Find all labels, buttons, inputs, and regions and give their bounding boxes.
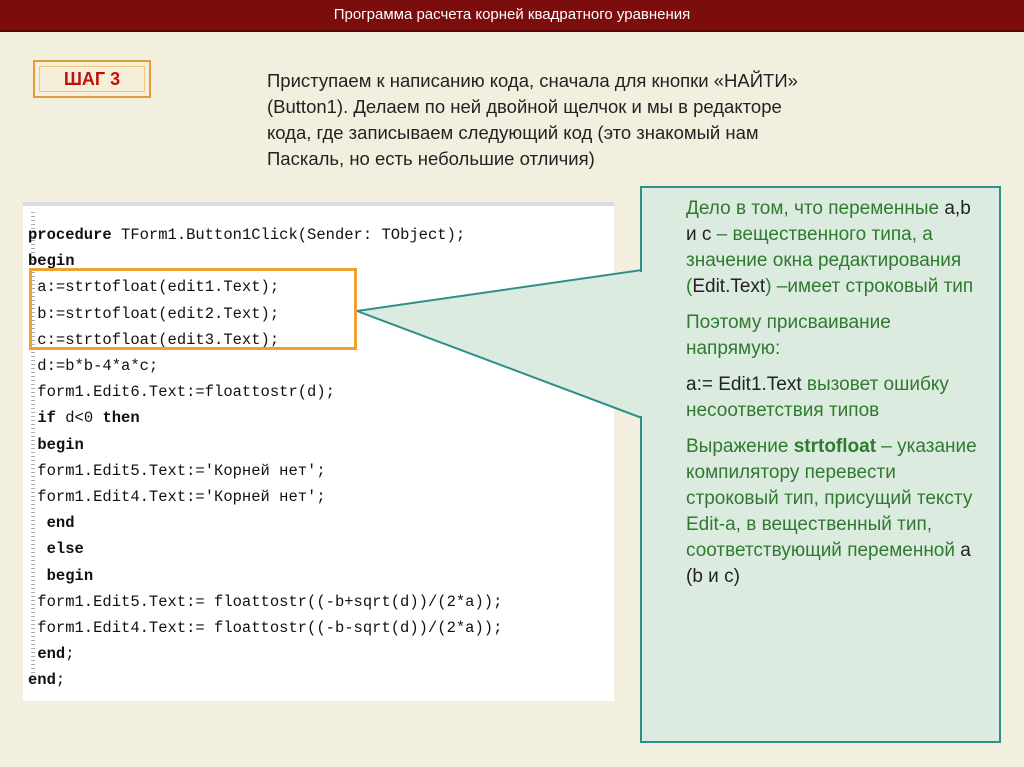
step-badge: ШАГ 3 xyxy=(33,60,151,98)
callout-text-span: Выражение xyxy=(686,436,794,457)
intro-line: (Button1). Делаем по ней двойной щелчок … xyxy=(267,96,782,117)
code-keyword: end xyxy=(46,514,75,533)
code-line: else xyxy=(28,540,84,558)
intro-line: Приступаем к написанию кода, сначала для… xyxy=(267,70,798,91)
code-keyword: procedure xyxy=(28,226,112,244)
callout-paragraph-4: Выражение strtofloat – указание компилят… xyxy=(686,434,986,590)
step-label: ШАГ 3 xyxy=(39,66,145,92)
callout-edit-text: Edit.Text xyxy=(692,276,766,297)
intro-line: кода, где записываем следующий код (это … xyxy=(267,122,759,143)
callout-function-name: strtofloat xyxy=(793,436,877,457)
code-keyword: end xyxy=(28,671,56,690)
code-line: begin xyxy=(28,436,84,454)
callout-paragraph-2: Поэтому присваивание напрямую: xyxy=(686,312,891,359)
highlight-frame xyxy=(29,268,357,350)
code-keyword: begin xyxy=(46,566,94,585)
intro-line: Паскаль, но есть небольшие отличия) xyxy=(267,148,595,169)
code-keyword: if xyxy=(37,409,56,428)
code-keyword: begin xyxy=(37,435,84,454)
code-line: form1.Edit5.Text:= floattostr((-b+sqrt(d… xyxy=(28,592,503,611)
slide-title: Программа расчета корней квадратного ура… xyxy=(0,0,1024,32)
code-line: form1.Edit4.Text:='Корней нет'; xyxy=(28,488,326,506)
callout-paragraph-3: a:= Edit1.Text вызовет ошибку несоответс… xyxy=(686,372,986,424)
code-line: end xyxy=(28,514,75,532)
code-line: procedure TForm1.Button1Click(Sender: TO… xyxy=(28,226,466,244)
code-line: begin xyxy=(28,566,94,585)
code-line: if d<0 then xyxy=(37,409,140,428)
callout-paragraph-1: Дело в том, что переменные a,b и c – вещ… xyxy=(686,196,986,300)
code-line: end; xyxy=(37,645,75,664)
code-keyword: then xyxy=(102,409,140,428)
callout-text: Дело в том, что переменные a,b и c – вещ… xyxy=(686,196,986,600)
code-line: end; xyxy=(28,671,66,690)
code-keyword: else xyxy=(46,540,84,559)
code-keyword: end xyxy=(37,645,66,664)
code-line: form1.Edit4.Text:= floattostr((-b-sqrt(d… xyxy=(28,619,503,637)
callout-assignment: a:= Edit1.Text xyxy=(686,374,802,395)
callout-text-span: ) –имеет строковый тип xyxy=(765,276,974,297)
callout-text-span: Дело в том, что переменные xyxy=(686,198,945,219)
intro-text: Приступаем к написанию кода, сначала для… xyxy=(267,68,967,172)
code-line: d:=b*b-4*a*c; xyxy=(28,357,159,375)
code-line: form1.Edit6.Text:=floattostr(d); xyxy=(28,383,335,402)
code-line: form1.Edit5.Text:='Корней нет'; xyxy=(28,461,326,480)
